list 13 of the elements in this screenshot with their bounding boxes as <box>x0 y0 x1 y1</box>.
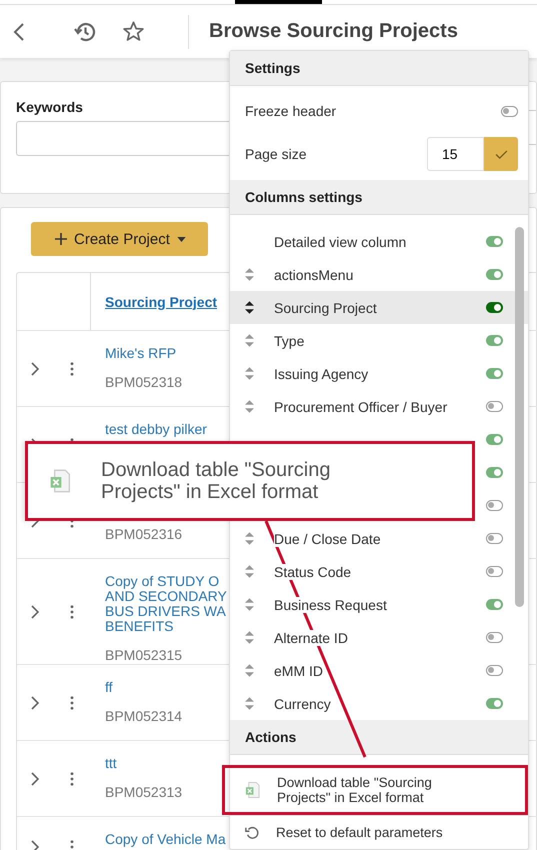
setting-label: Freeze header <box>245 103 336 120</box>
project-id: BPM052315 <box>105 647 182 663</box>
page-title: Browse Sourcing Projects <box>209 20 458 43</box>
field-label: Keywords <box>16 99 83 115</box>
callout-text: Download table "Sourcing Projects" in Excel format <box>101 459 332 503</box>
project-id: BPM052314 <box>105 708 182 724</box>
project-id: BPM052318 <box>105 374 182 390</box>
setting-label: Page size <box>245 146 306 162</box>
section-header: Columns settings <box>230 180 528 216</box>
section-header: Actions <box>230 720 528 756</box>
section-header: Settings <box>230 51 528 86</box>
project-id: BPM052316 <box>105 526 182 542</box>
project-id: BPM052313 <box>105 784 182 800</box>
